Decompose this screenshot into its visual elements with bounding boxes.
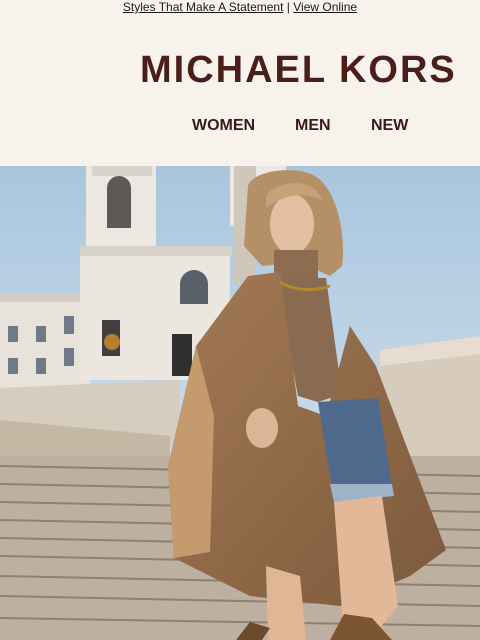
view-online-link[interactable]: View Online [293,0,357,14]
nav-item-men[interactable]: MEN [295,116,331,136]
brand-logo[interactable]: MICHAEL KORS [140,50,462,90]
main-nav: WOMEN MEN NEW [0,116,480,136]
email-header: Styles That Make A Statement | View Onli… [0,0,480,166]
preheader-separator: | [286,0,290,14]
brand-logo-text: MICHAEL KORS [140,49,457,91]
hero-image[interactable] [0,166,480,640]
nav-item-new[interactable]: NEW [371,116,408,136]
nav-item-women[interactable]: WOMEN [192,116,255,136]
hero-photo [0,166,480,640]
preheader: Styles That Make A Statement | View Onli… [0,0,480,14]
styles-statement-link[interactable]: Styles That Make A Statement [123,0,284,14]
